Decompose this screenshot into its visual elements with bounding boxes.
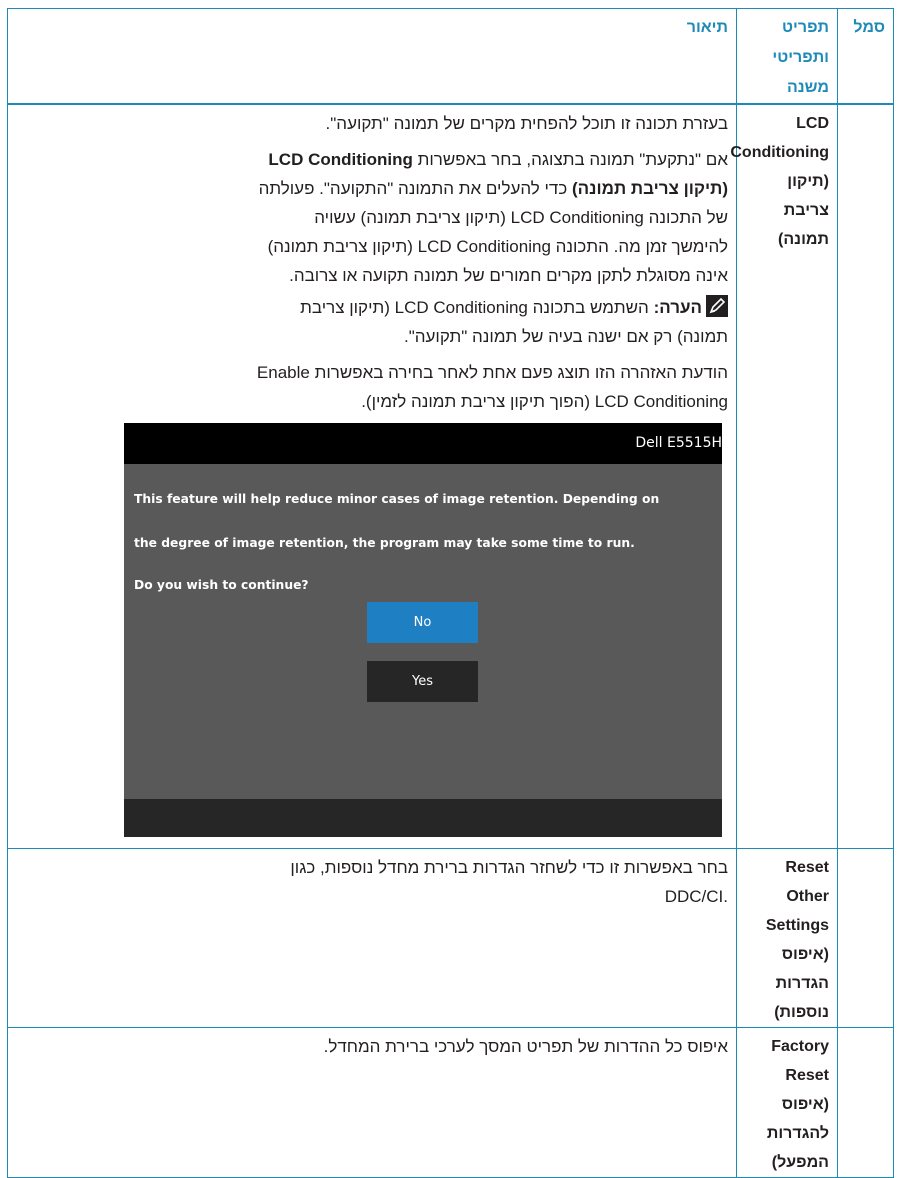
dialog-question: Do you wish to continue? xyxy=(134,578,309,592)
yes-button[interactable]: Yes xyxy=(367,661,478,702)
lcd-conditioning-dialog: Dell E5515H This feature will help reduc… xyxy=(124,423,722,837)
osd-menu-table: סמל תפריט ותפריטי משנה תיאור LCD Conditi… xyxy=(7,8,894,1178)
menu-item-lcd-conditioning: LCD Conditioning (תיקון צריבת תמונה) xyxy=(730,103,838,849)
symbol-cell xyxy=(837,1026,894,1178)
description-reset-other-settings: בחר באפשרות זו כדי לשחזר הגדרות ברירת מח… xyxy=(7,847,737,1028)
dialog-message-line-1: This feature will help reduce minor case… xyxy=(134,492,660,506)
dialog-message-line-2: the degree of image retention, the progr… xyxy=(134,536,635,550)
intro-text: בעזרת תכונה זו תוכל להפחית מקרים של תמונ… xyxy=(325,114,728,133)
table-row-reset-other-settings: Reset Other Settings (איפוס הגדרות נוספו… xyxy=(7,847,894,1028)
header-menu-item: תפריט ותפריטי משנה xyxy=(736,8,838,105)
menu-item-reset-other-settings: Reset Other Settings (איפוס הגדרות נוספו… xyxy=(736,847,838,1028)
header-description: תיאור xyxy=(7,8,737,105)
description-lcd-conditioning: בעזרת תכונה זו תוכל להפחית מקרים של תמונ… xyxy=(7,103,737,849)
symbol-cell xyxy=(837,103,894,849)
table-row-lcd-conditioning: LCD Conditioning (תיקון צריבת תמונה) בעז… xyxy=(7,103,894,849)
pencil-note-icon xyxy=(706,295,728,317)
note-text: הערה: השתמש בתכונה LCD Conditioning (תיק… xyxy=(18,293,728,351)
dialog-footer-bar xyxy=(124,799,722,837)
table-row-factory-reset: Factory Reset (איפוס להגדרות המפעל) איפו… xyxy=(7,1026,894,1178)
no-button[interactable]: No xyxy=(367,602,478,643)
table-header-row: סמל תפריט ותפריטי משנה תיאור xyxy=(7,8,894,105)
warning-info-text: הודעת האזהרה הזו תוצג פעם אחת לאחר בחירה… xyxy=(256,363,728,411)
description-factory-reset: איפוס כל ההדרות של תפריט המסך לערכי בריר… xyxy=(7,1026,737,1178)
menu-item-factory-reset: Factory Reset (איפוס להגדרות המפעל) xyxy=(736,1026,838,1178)
dialog-title: Dell E5515H xyxy=(124,423,722,464)
symbol-cell xyxy=(837,847,894,1028)
instructions-text: אם "נתקעת" תמונה בתצוגה, בחר באפשרות LCD… xyxy=(258,150,728,285)
header-symbol: סמל xyxy=(837,8,894,105)
